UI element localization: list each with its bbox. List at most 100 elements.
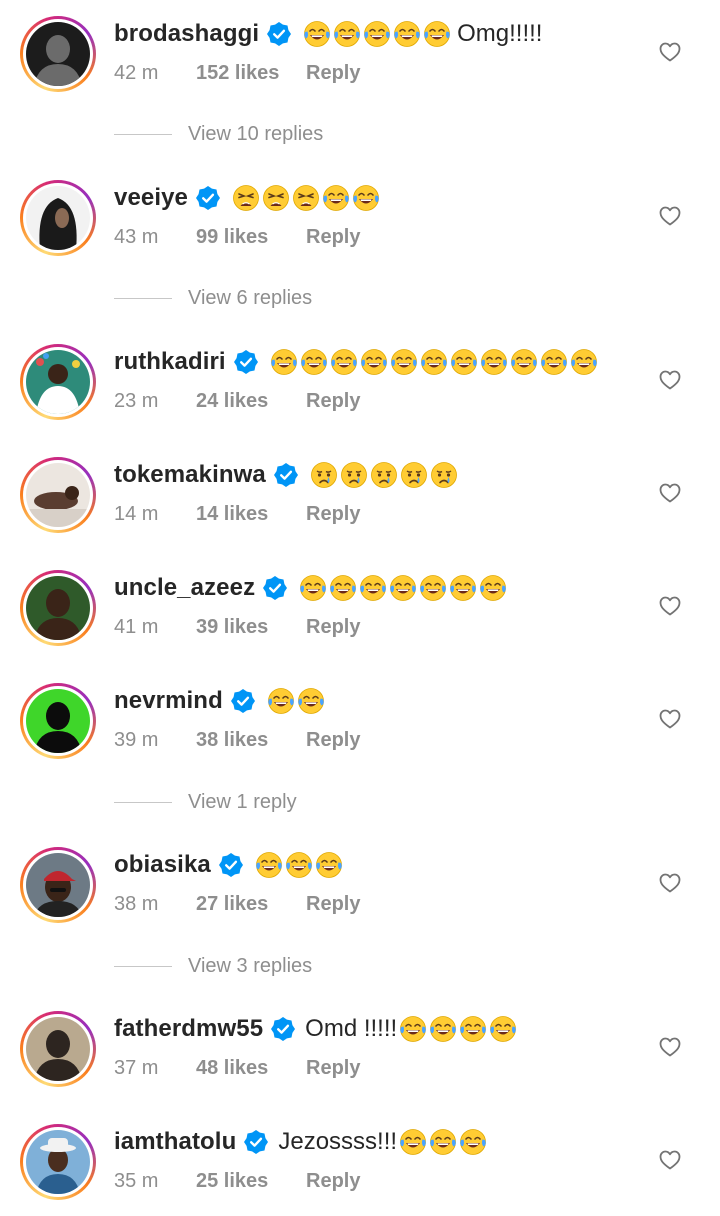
- tears-of-joy-emoji-icon: [304, 21, 331, 47]
- story-ring[interactable]: [20, 683, 96, 759]
- tears-of-joy-emoji-icon: [267, 688, 294, 714]
- tears-of-joy-emoji-icon: [323, 185, 349, 211]
- verified-badge-icon: [218, 853, 243, 877]
- username[interactable]: ruthkadiri: [114, 348, 226, 376]
- story-ring[interactable]: [20, 457, 96, 533]
- tears-of-joy-emoji-icon: [450, 575, 477, 601]
- view-replies-button[interactable]: View 3 replies: [114, 952, 312, 980]
- like-count[interactable]: 152 likes: [196, 62, 306, 85]
- comment-row: nevrmind 39 m 38 likes Reply: [0, 683, 720, 775]
- tears-of-joy-emoji-icon: [540, 349, 567, 375]
- story-ring[interactable]: [20, 1124, 96, 1200]
- reply-button[interactable]: Reply: [306, 226, 360, 249]
- comment-row: obiasika 38 m 27 likes Reply: [0, 847, 720, 939]
- avatar[interactable]: [26, 689, 90, 753]
- like-heart-icon[interactable]: [658, 871, 682, 895]
- comment-line: iamthatolu Jezossss!!!: [114, 1126, 487, 1158]
- tears-of-joy-emoji-icon: [330, 349, 357, 375]
- like-heart-icon[interactable]: [658, 481, 682, 505]
- tears-of-joy-emoji-icon: [300, 349, 327, 375]
- view-replies-button[interactable]: View 1 reply: [114, 788, 297, 816]
- like-heart-icon[interactable]: [658, 1035, 682, 1059]
- view-replies-label: View 10 replies: [188, 122, 324, 145]
- tears-of-joy-emoji-icon: [570, 349, 597, 375]
- view-replies-button[interactable]: View 6 replies: [114, 284, 312, 312]
- avatar[interactable]: [26, 1017, 90, 1081]
- like-count[interactable]: 39 likes: [196, 616, 306, 639]
- comment-line: tokemakinwa: [114, 459, 458, 491]
- tears-of-joy-emoji-icon: [460, 1016, 487, 1042]
- tears-of-joy-emoji-icon: [480, 575, 507, 601]
- avatar[interactable]: [26, 463, 90, 527]
- tears-of-joy-emoji-icon: [255, 852, 282, 878]
- story-ring[interactable]: [20, 847, 96, 923]
- comment-line: obiasika: [114, 849, 343, 881]
- reply-button[interactable]: Reply: [306, 729, 360, 752]
- verified-badge-icon: [233, 350, 258, 374]
- like-count[interactable]: 99 likes: [196, 226, 306, 249]
- reply-button[interactable]: Reply: [306, 62, 360, 85]
- reply-button[interactable]: Reply: [306, 616, 360, 639]
- username[interactable]: nevrmind: [114, 687, 223, 715]
- crying-face-emoji-icon: [310, 462, 337, 488]
- view-replies-button[interactable]: View 10 replies: [114, 120, 323, 148]
- comment-meta: 42 m 152 likes Reply: [114, 60, 360, 86]
- like-heart-icon[interactable]: [658, 594, 682, 618]
- story-ring[interactable]: [20, 344, 96, 420]
- like-count[interactable]: 38 likes: [196, 729, 306, 752]
- verified-badge-icon: [263, 576, 288, 600]
- username[interactable]: brodashaggi: [114, 20, 259, 48]
- comment-line: uncle_azeez: [114, 572, 507, 604]
- story-ring[interactable]: [20, 1011, 96, 1087]
- like-heart-icon[interactable]: [658, 40, 682, 64]
- reply-button[interactable]: Reply: [306, 503, 360, 526]
- username[interactable]: uncle_azeez: [114, 574, 255, 602]
- reply-button[interactable]: Reply: [306, 390, 360, 413]
- comment-meta: 14 m 14 likes Reply: [114, 501, 360, 527]
- comment-line: fatherdmw55 Omd !!!!!: [114, 1013, 517, 1045]
- username[interactable]: iamthatolu: [114, 1128, 236, 1156]
- crying-face-emoji-icon: [400, 462, 427, 488]
- story-ring[interactable]: [20, 16, 96, 92]
- username[interactable]: veeiye: [114, 184, 188, 212]
- tears-of-joy-emoji-icon: [334, 21, 361, 47]
- like-count[interactable]: 25 likes: [196, 1170, 306, 1193]
- like-heart-icon[interactable]: [658, 1148, 682, 1172]
- avatar[interactable]: [26, 350, 90, 414]
- avatar[interactable]: [26, 1130, 90, 1194]
- tears-of-joy-emoji-icon: [285, 852, 312, 878]
- reply-button[interactable]: Reply: [306, 1057, 360, 1080]
- tears-of-joy-emoji-icon: [460, 1129, 486, 1155]
- avatar[interactable]: [26, 576, 90, 640]
- weary-face-emoji-icon: [293, 185, 319, 211]
- like-count[interactable]: 24 likes: [196, 390, 306, 413]
- like-count[interactable]: 14 likes: [196, 503, 306, 526]
- verified-badge-icon: [273, 463, 298, 487]
- like-heart-icon[interactable]: [658, 368, 682, 392]
- reply-button[interactable]: Reply: [306, 893, 360, 916]
- tears-of-joy-emoji-icon: [300, 575, 327, 601]
- story-ring[interactable]: [20, 180, 96, 256]
- tears-of-joy-emoji-icon: [430, 1016, 457, 1042]
- like-count[interactable]: 27 likes: [196, 893, 306, 916]
- username[interactable]: obiasika: [114, 851, 211, 879]
- tears-of-joy-emoji-icon: [315, 852, 342, 878]
- username[interactable]: fatherdmw55: [114, 1015, 263, 1043]
- tears-of-joy-emoji-icon: [360, 349, 387, 375]
- avatar[interactable]: [26, 853, 90, 917]
- like-heart-icon[interactable]: [658, 204, 682, 228]
- tears-of-joy-emoji-icon: [450, 349, 477, 375]
- avatar[interactable]: [26, 22, 90, 86]
- avatar[interactable]: [26, 186, 90, 250]
- story-ring[interactable]: [20, 570, 96, 646]
- weary-face-emoji-icon: [233, 185, 259, 211]
- like-count[interactable]: 48 likes: [196, 1057, 306, 1080]
- comment-meta: 38 m 27 likes Reply: [114, 891, 360, 917]
- timestamp: 43 m: [114, 225, 159, 248]
- comment-meta: 23 m 24 likes Reply: [114, 388, 360, 414]
- username[interactable]: tokemakinwa: [114, 461, 266, 489]
- verified-badge-icon: [267, 22, 292, 46]
- like-heart-icon[interactable]: [658, 707, 682, 731]
- tears-of-joy-emoji-icon: [353, 185, 379, 211]
- reply-button[interactable]: Reply: [306, 1170, 360, 1193]
